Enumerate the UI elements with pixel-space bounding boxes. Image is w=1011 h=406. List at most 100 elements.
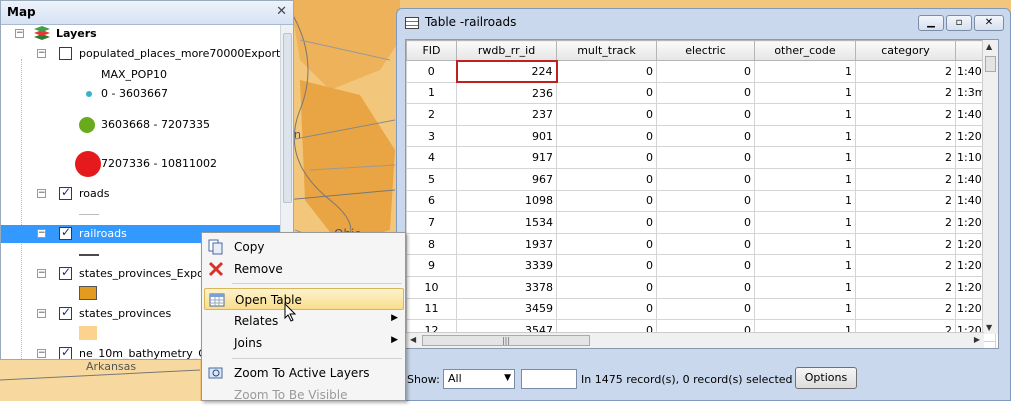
table-cell[interactable]: 0: [556, 232, 657, 256]
table-row[interactable]: 10 3378 0 0 1 2 1:20: [406, 275, 996, 299]
options-button[interactable]: Options: [795, 367, 857, 389]
table-cell[interactable]: 967: [456, 167, 557, 191]
fid-cell[interactable]: 3: [406, 124, 457, 148]
fid-cell[interactable]: 2: [406, 103, 457, 126]
menu-item-joins[interactable]: Joins ▶: [204, 332, 404, 354]
table-cell[interactable]: 1098: [456, 189, 557, 213]
table-cell[interactable]: 2: [855, 275, 956, 299]
table-cell[interactable]: 917: [456, 146, 557, 169]
table-cell[interactable]: 0: [556, 103, 657, 126]
table-row[interactable]: 8 1937 0 0 1 2 1:20: [406, 232, 996, 256]
table-cell[interactable]: 2: [855, 211, 956, 234]
table-cell[interactable]: 0: [556, 189, 657, 213]
table-cell[interactable]: 2: [855, 297, 956, 321]
collapse-icon[interactable]: −: [37, 49, 46, 58]
column-header[interactable]: other_code: [754, 40, 856, 61]
menu-item-copy[interactable]: Copy: [204, 236, 404, 258]
fid-cell[interactable]: 4: [406, 146, 457, 169]
layer-visibility-checkbox[interactable]: [59, 305, 72, 320]
table-cell[interactable]: 0: [556, 124, 657, 148]
column-header[interactable]: rwdb_rr_id: [456, 40, 557, 61]
collapse-icon[interactable]: −: [15, 29, 24, 38]
table-cell[interactable]: 1: [754, 124, 856, 148]
table-cell[interactable]: 0: [656, 297, 755, 321]
table-row[interactable]: 9 3339 0 0 1 2 1:20: [406, 254, 996, 277]
layers-root[interactable]: − Layers: [1, 25, 281, 43]
table-cell[interactable]: 0: [556, 275, 657, 299]
minimize-button[interactable]: ▁: [918, 15, 944, 31]
table-cell[interactable]: 0: [656, 167, 755, 191]
horizontal-scrollbar[interactable]: ◀ ||| ▶: [406, 332, 984, 348]
table-cell[interactable]: 1937: [456, 232, 557, 256]
table-row[interactable]: 11 3459 0 0 1 2 1:20: [406, 297, 996, 321]
layer-visibility-checkbox[interactable]: [59, 225, 72, 240]
table-cell[interactable]: 0: [656, 189, 755, 213]
table-row[interactable]: 1 236 0 0 1 2 1:3m: [406, 81, 996, 105]
table-cell[interactable]: 2: [855, 124, 956, 148]
table-cell[interactable]: 2: [855, 103, 956, 126]
table-cell[interactable]: 0: [556, 60, 657, 83]
table-cell[interactable]: 0: [656, 146, 755, 169]
table-cell[interactable]: 2: [855, 232, 956, 256]
layer-visibility-checkbox[interactable]: [59, 47, 72, 60]
menu-item-relates[interactable]: Relates ▶: [204, 310, 404, 332]
table-cell[interactable]: 2: [855, 146, 956, 169]
record-number-field[interactable]: [521, 369, 577, 389]
table-cell[interactable]: 224: [455, 59, 558, 84]
table-cell[interactable]: 1: [754, 189, 856, 213]
table-row[interactable]: 3 901 0 0 1 2 1:20: [406, 124, 996, 148]
table-cell[interactable]: 2: [855, 254, 956, 277]
table-cell[interactable]: 2: [855, 81, 956, 105]
table-cell[interactable]: 0: [556, 146, 657, 169]
collapse-icon[interactable]: −: [37, 349, 46, 358]
table-cell[interactable]: 0: [656, 60, 755, 83]
table-cell[interactable]: 3378: [456, 275, 557, 299]
fid-cell[interactable]: 10: [406, 275, 457, 299]
table-cell[interactable]: 1: [754, 167, 856, 191]
menu-item-zoom-to-active-layers[interactable]: Zoom To Active Layers: [204, 362, 404, 384]
table-cell[interactable]: 2: [855, 167, 956, 191]
table-cell[interactable]: 0: [556, 297, 657, 321]
table-cell[interactable]: 0: [656, 275, 755, 299]
fid-cell[interactable]: 1: [406, 81, 457, 105]
layer-visibility-checkbox[interactable]: [59, 345, 72, 359]
table-cell[interactable]: 0: [556, 254, 657, 277]
show-select[interactable]: All ▼: [443, 369, 515, 389]
scrollbar-thumb[interactable]: [985, 56, 996, 72]
table-cell[interactable]: 0: [656, 211, 755, 234]
scroll-right-icon[interactable]: ▶: [974, 335, 980, 344]
table-cell[interactable]: 1: [754, 297, 856, 321]
table-cell[interactable]: 237: [456, 103, 557, 126]
table-cell[interactable]: 236: [456, 81, 557, 105]
fid-cell[interactable]: 7: [406, 211, 457, 234]
scroll-down-icon[interactable]: ▼: [986, 323, 992, 332]
column-header[interactable]: FID: [406, 40, 457, 61]
table-cell[interactable]: 1: [754, 60, 856, 83]
table-cell[interactable]: 1: [754, 232, 856, 256]
column-header[interactable]: mult_track: [556, 40, 657, 61]
vertical-scrollbar[interactable]: ▲ ▼: [982, 40, 998, 334]
table-row[interactable]: 4 917 0 0 1 2 1:10: [406, 146, 996, 169]
layer-visibility-checkbox[interactable]: [59, 185, 72, 200]
table-cell[interactable]: 1: [754, 211, 856, 234]
table-cell[interactable]: 0: [556, 167, 657, 191]
table-row[interactable]: 7 1534 0 0 1 2 1:20: [406, 211, 996, 234]
fid-cell[interactable]: 5: [406, 167, 457, 191]
table-cell[interactable]: 0: [656, 232, 755, 256]
collapse-icon[interactable]: −: [37, 309, 46, 318]
layer-roads[interactable]: − roads: [1, 185, 281, 203]
table-row[interactable]: 6 1098 0 0 1 2 1:40: [406, 189, 996, 213]
table-cell[interactable]: 1534: [456, 211, 557, 234]
collapse-icon[interactable]: −: [37, 269, 46, 278]
table-cell[interactable]: 3459: [456, 297, 557, 321]
layer-visibility-checkbox[interactable]: [59, 265, 72, 280]
table-cell[interactable]: 0: [556, 81, 657, 105]
table-cell[interactable]: 1: [754, 81, 856, 105]
table-cell[interactable]: 0: [656, 124, 755, 148]
fid-cell[interactable]: 9: [406, 254, 457, 277]
scrollbar-thumb[interactable]: [283, 33, 292, 203]
maximize-button[interactable]: ▫: [946, 15, 972, 31]
menu-item-open-table[interactable]: Open Table: [204, 288, 404, 310]
scroll-left-icon[interactable]: ◀: [410, 335, 416, 344]
scroll-up-icon[interactable]: ▲: [986, 42, 992, 51]
